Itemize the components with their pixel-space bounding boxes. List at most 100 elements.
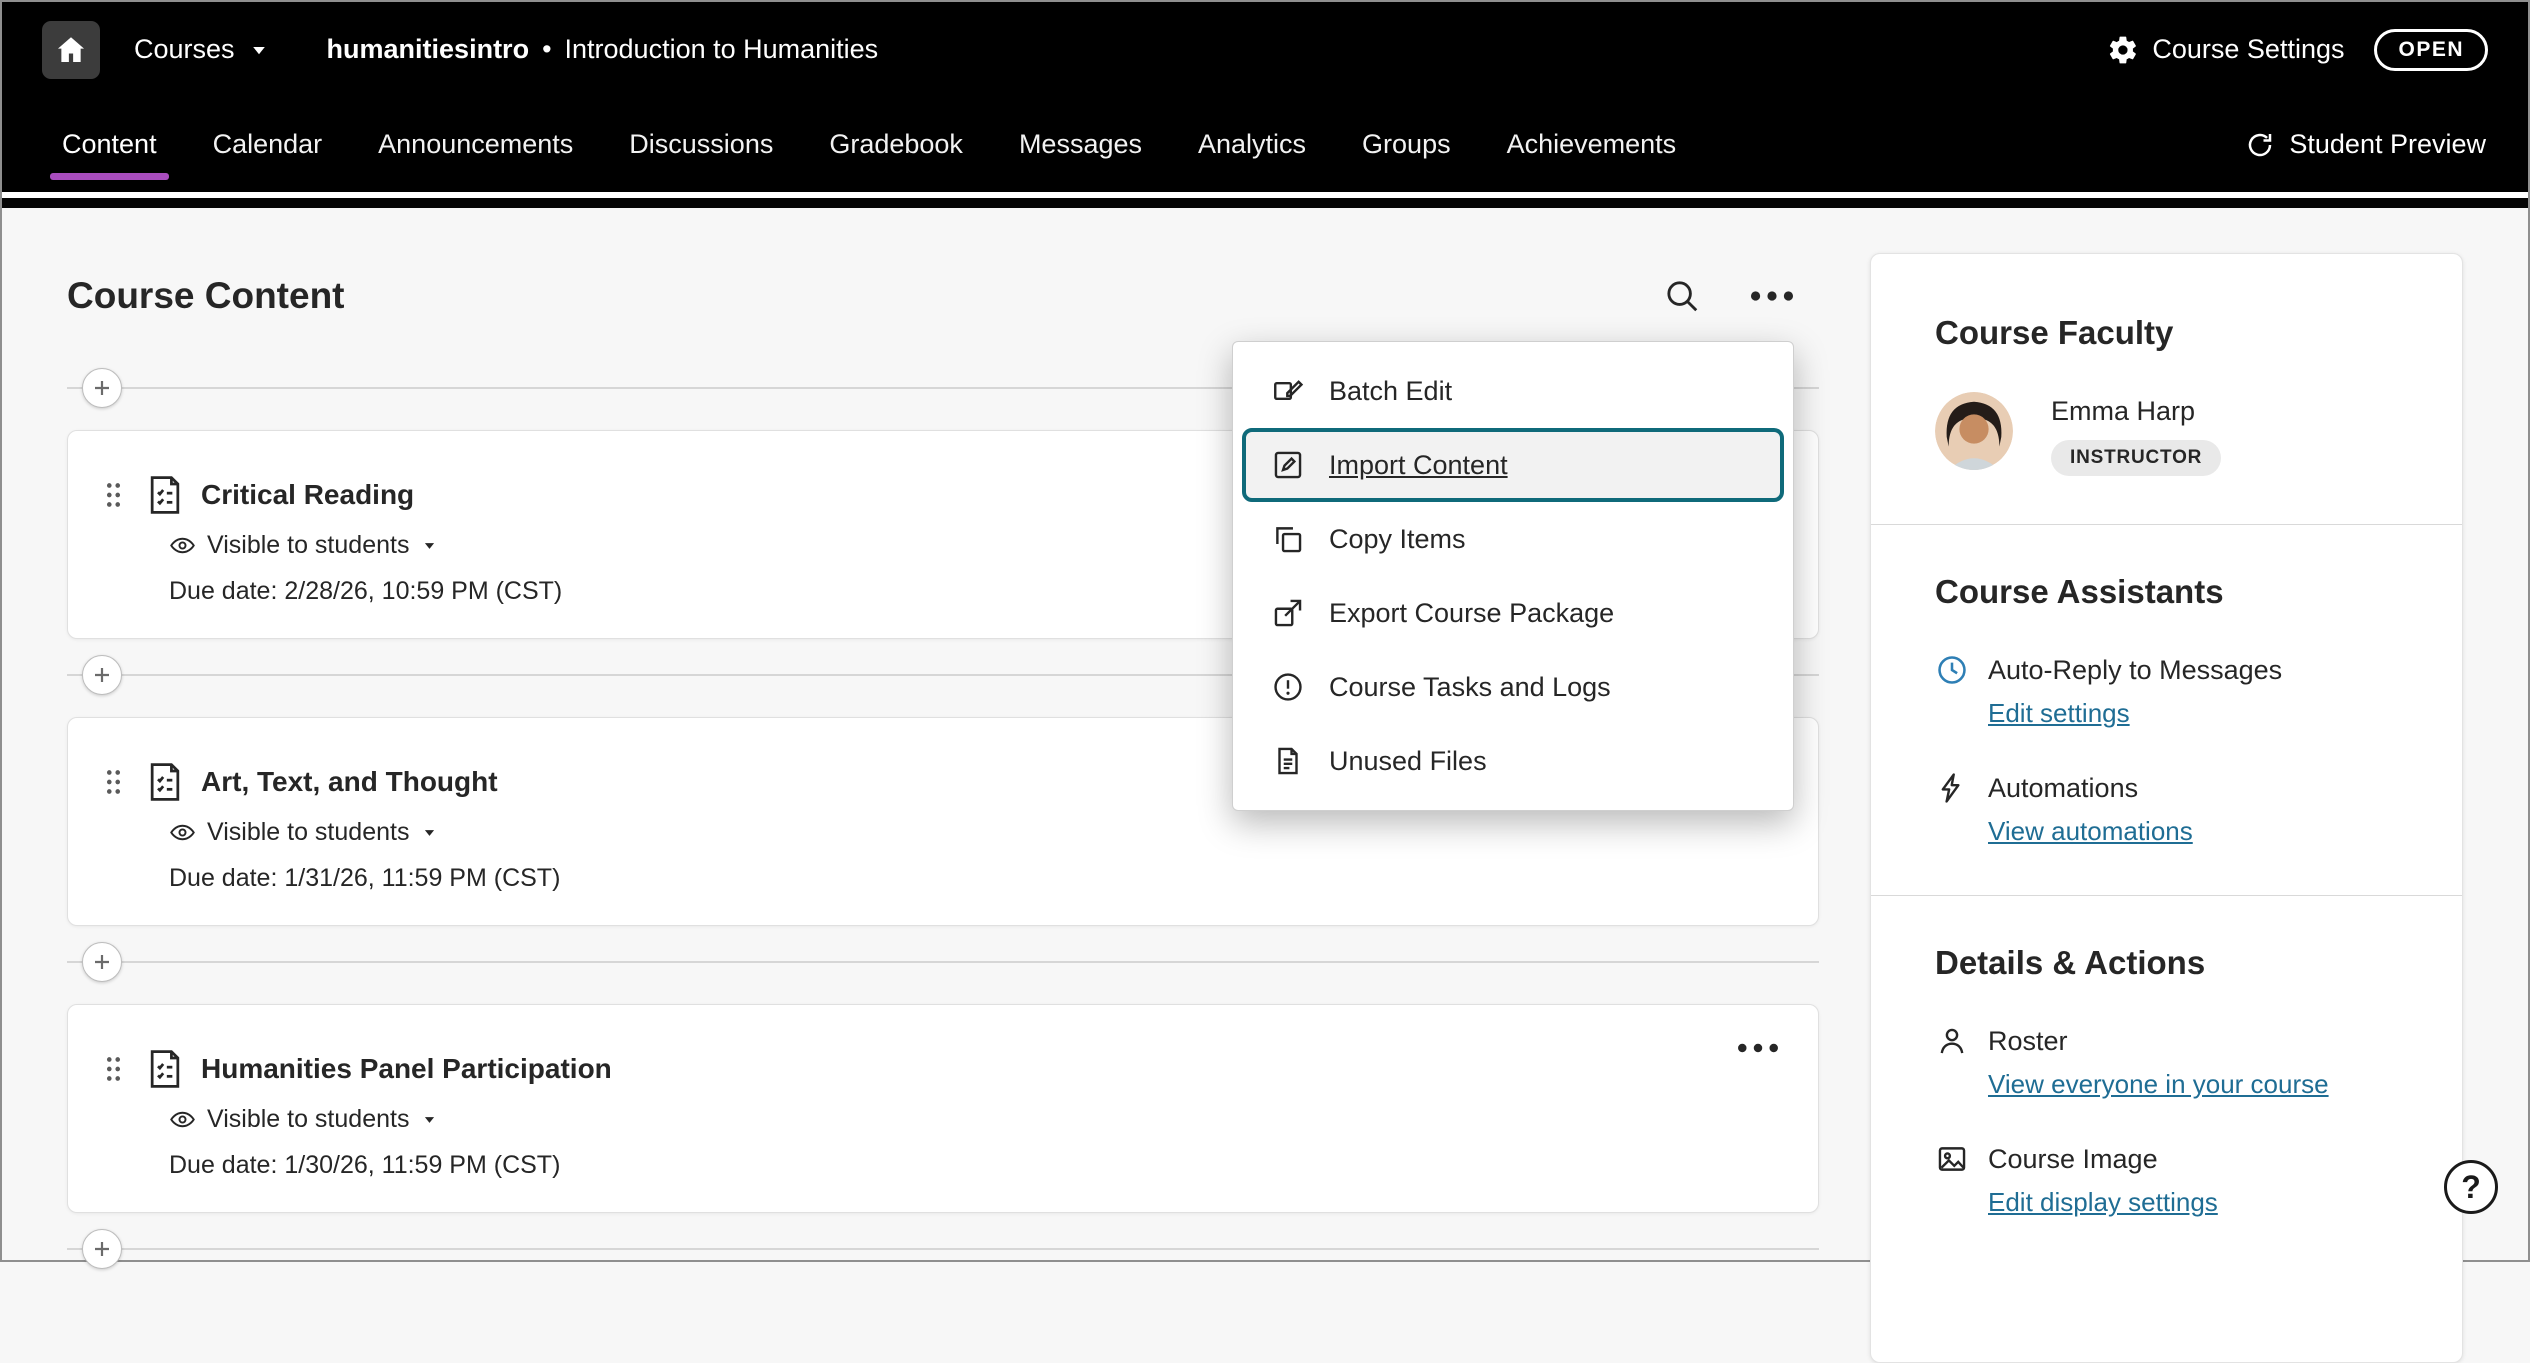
breadcrumb-separator: •	[542, 34, 551, 65]
course-options-menu: Batch Edit Import Content Copy Items Exp…	[1232, 341, 1794, 811]
menu-item-import-content[interactable]: Import Content	[1242, 428, 1784, 502]
tasks-logs-icon	[1271, 670, 1305, 704]
course-settings-button[interactable]: Course Settings	[2107, 34, 2344, 66]
search-icon	[1663, 277, 1701, 315]
menu-item-label: Copy Items	[1329, 524, 1466, 555]
tab-discussions[interactable]: Discussions	[627, 97, 775, 192]
drag-handle-icon[interactable]	[101, 480, 125, 510]
menu-item-label: Batch Edit	[1329, 376, 1452, 407]
eye-icon	[169, 532, 196, 559]
details-label: Course Image	[1988, 1144, 2158, 1175]
details-actions-heading: Details & Actions	[1935, 944, 2398, 982]
menu-item-label: Course Tasks and Logs	[1329, 672, 1611, 703]
menu-item-label: Export Course Package	[1329, 598, 1614, 629]
edit-display-settings-link[interactable]: Edit display settings	[1988, 1187, 2218, 1218]
content-item-title[interactable]: Humanities Panel Participation	[201, 1053, 612, 1085]
tab-groups[interactable]: Groups	[1360, 97, 1453, 192]
drag-handle-icon[interactable]	[101, 767, 125, 797]
assessment-icon	[143, 1047, 187, 1091]
visibility-dropdown[interactable]: Visible to students	[169, 1105, 439, 1134]
eye-icon	[169, 1106, 196, 1133]
due-date-text: Due date: 1/30/26, 11:59 PM (CST)	[169, 1151, 1778, 1180]
course-settings-label: Course Settings	[2152, 34, 2344, 65]
edit-settings-link[interactable]: Edit settings	[1988, 698, 2130, 729]
assistant-row-automations: Automations View automations	[1935, 771, 2398, 847]
visibility-dropdown[interactable]: Visible to students	[169, 531, 439, 560]
export-package-icon	[1271, 596, 1305, 630]
tab-gradebook[interactable]: Gradebook	[827, 97, 965, 192]
gear-icon	[2107, 34, 2139, 66]
caret-down-icon	[420, 823, 439, 842]
refresh-icon	[2245, 130, 2275, 160]
student-preview-button[interactable]: Student Preview	[2245, 97, 2486, 192]
section-divider	[1871, 524, 2462, 525]
course-tabs: Content Calendar Announcements Discussio…	[60, 97, 1678, 192]
menu-item-unused-files[interactable]: Unused Files	[1233, 724, 1793, 798]
assistant-label: Auto-Reply to Messages	[1988, 655, 2282, 686]
import-content-icon	[1271, 448, 1305, 482]
add-content-button[interactable]	[82, 1229, 122, 1269]
instructor-row: Emma Harp INSTRUCTOR	[1935, 392, 2398, 476]
caret-down-icon	[420, 1110, 439, 1129]
details-row-course-image: Course Image Edit display settings	[1935, 1142, 2398, 1218]
copy-items-icon	[1271, 522, 1305, 556]
course-nav: Content Calendar Announcements Discussio…	[2, 97, 2528, 192]
unused-files-icon	[1271, 744, 1305, 778]
assistant-label: Automations	[1988, 773, 2138, 804]
breadcrumb: humanitiesintro • Introduction to Humani…	[327, 34, 879, 65]
page-content: Course Content	[2, 208, 2528, 1363]
search-button[interactable]	[1663, 277, 1701, 315]
lightning-icon	[1935, 771, 1969, 805]
image-icon	[1935, 1142, 1969, 1176]
courses-label: Courses	[134, 34, 235, 65]
ellipsis-icon	[1749, 291, 1795, 301]
drag-handle-icon[interactable]	[101, 1054, 125, 1084]
course-assistants-heading: Course Assistants	[1935, 573, 2398, 611]
add-content-divider	[67, 1229, 1819, 1269]
open-status-badge: OPEN	[2374, 29, 2488, 71]
breadcrumb-course-name: Introduction to Humanities	[565, 34, 879, 65]
content-item-title[interactable]: Critical Reading	[201, 479, 414, 511]
breadcrumb-course-id: humanitiesintro	[327, 34, 530, 65]
add-content-button[interactable]	[82, 942, 122, 982]
due-date-text: Due date: 1/31/26, 11:59 PM (CST)	[169, 864, 1778, 893]
auto-reply-icon	[1935, 653, 1969, 687]
instructor-role-badge: INSTRUCTOR	[2051, 440, 2221, 476]
tab-content[interactable]: Content	[60, 97, 159, 192]
courses-menu-button[interactable]: Courses	[134, 34, 271, 65]
add-content-divider	[67, 942, 1819, 982]
add-content-button[interactable]	[82, 368, 122, 408]
ellipsis-icon	[1736, 1043, 1780, 1053]
menu-item-export-course-package[interactable]: Export Course Package	[1233, 576, 1793, 650]
help-button[interactable]: ?	[2444, 1160, 2498, 1214]
menu-item-batch-edit[interactable]: Batch Edit	[1233, 354, 1793, 428]
visibility-label: Visible to students	[207, 1105, 409, 1134]
item-options-button[interactable]	[1736, 1043, 1780, 1053]
header-bottom-strip	[2, 198, 2528, 208]
assistant-row-auto-reply: Auto-Reply to Messages Edit settings	[1935, 653, 2398, 729]
tab-announcements[interactable]: Announcements	[376, 97, 575, 192]
instructor-name: Emma Harp	[2051, 396, 2221, 427]
question-mark-icon: ?	[2461, 1169, 2481, 1206]
more-options-button[interactable]	[1749, 291, 1795, 301]
view-roster-link[interactable]: View everyone in your course	[1988, 1069, 2329, 1100]
batch-edit-icon	[1271, 374, 1305, 408]
add-content-button[interactable]	[82, 655, 122, 695]
home-icon	[54, 33, 88, 67]
tab-analytics[interactable]: Analytics	[1196, 97, 1308, 192]
menu-item-copy-items[interactable]: Copy Items	[1233, 502, 1793, 576]
eye-icon	[169, 819, 196, 846]
tab-calendar[interactable]: Calendar	[211, 97, 325, 192]
visibility-dropdown[interactable]: Visible to students	[169, 818, 439, 847]
visibility-label: Visible to students	[207, 818, 409, 847]
content-item-card: Humanities Panel Participation Visible t…	[67, 1004, 1819, 1213]
view-automations-link[interactable]: View automations	[1988, 816, 2193, 847]
tab-messages[interactable]: Messages	[1017, 97, 1144, 192]
tab-achievements[interactable]: Achievements	[1505, 97, 1679, 192]
home-button[interactable]	[42, 21, 100, 79]
menu-item-label: Unused Files	[1329, 746, 1487, 777]
menu-item-course-tasks-and-logs[interactable]: Course Tasks and Logs	[1233, 650, 1793, 724]
page-title: Course Content	[67, 275, 345, 317]
content-item-title[interactable]: Art, Text, and Thought	[201, 766, 498, 798]
assessment-icon	[143, 473, 187, 517]
